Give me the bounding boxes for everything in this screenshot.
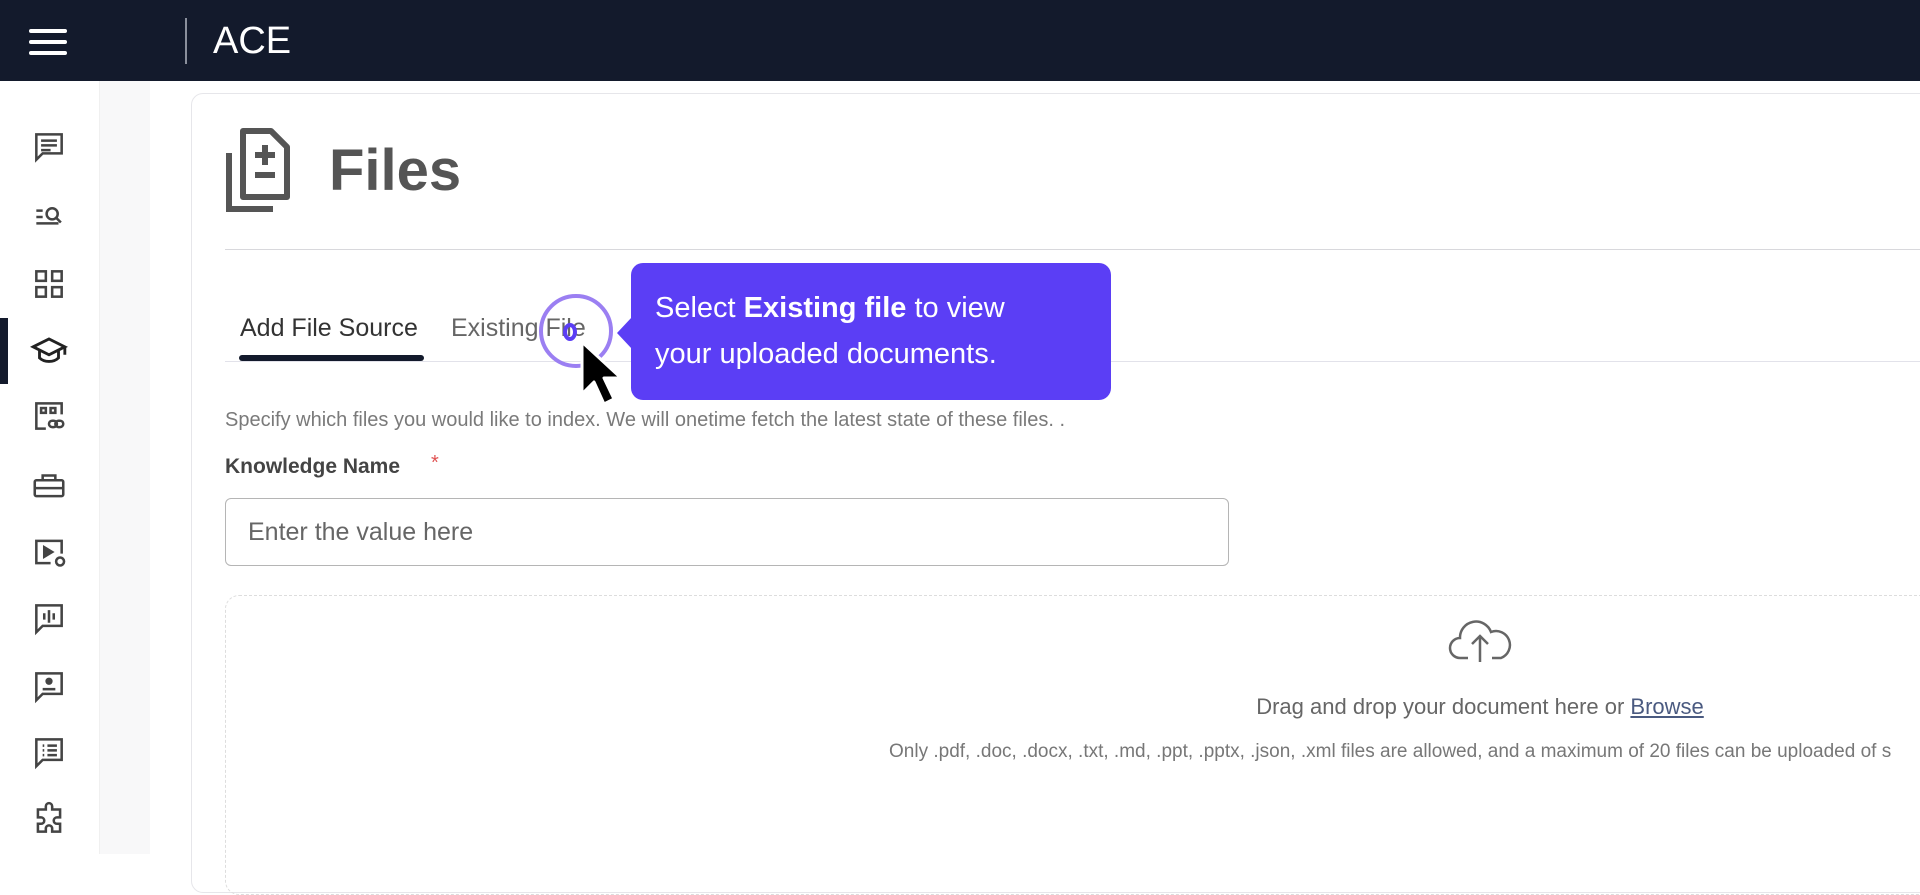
drag-drop-text: Drag and drop your document here or Brow… [1180,693,1780,721]
click-highlight-dot [563,323,577,341]
person-chat-icon[interactable] [30,667,68,705]
onboarding-tooltip: Select Existing file to view your upload… [617,263,1111,400]
sidebar-gutter [100,81,150,854]
knowledge-name-input[interactable] [225,498,1229,566]
active-tab-underline [239,355,424,361]
drag-drop-label: Drag and drop your document here or [1256,694,1631,719]
chat-icon[interactable] [30,128,68,166]
app-title: ACE [213,20,292,62]
tooltip-line-2: your uploaded documents. [655,338,997,370]
audio-chat-icon[interactable] [30,599,68,637]
list-chat-icon[interactable] [30,733,68,771]
tab-add-file-source[interactable]: Add File Source [240,312,418,344]
knowledge-name-label: Knowledge Name [225,455,401,478]
hamburger-menu-icon[interactable] [29,29,67,55]
header-divider [185,18,187,64]
tooltip-line-1: Select Existing file to view [655,285,1111,331]
cloud-upload-icon [1448,620,1512,662]
files-icon [226,128,290,212]
link-card-icon[interactable] [30,397,68,435]
graduation-cap-icon[interactable] [29,331,69,369]
browse-link[interactable]: Browse [1630,694,1703,719]
grid-icon[interactable] [30,265,68,303]
title-divider [225,249,1920,250]
search-list-icon[interactable] [30,198,68,236]
description-text: Specify which files you would like to in… [225,409,1066,431]
active-indicator [0,318,8,384]
tooltip-text-post: to view [906,292,1005,324]
toolbox-icon[interactable] [30,466,68,504]
puzzle-icon[interactable] [30,800,68,838]
page-title: Files [329,138,462,203]
tooltip-text-bold: Existing file [743,292,907,324]
tooltip-text-pre: Select [655,292,744,324]
video-settings-icon[interactable] [30,533,68,571]
required-asterisk: * [431,452,439,474]
allowed-files-hint: Only .pdf, .doc, .docx, .txt, .md, .ppt,… [889,741,1892,762]
top-bar: ACE [0,0,1920,81]
